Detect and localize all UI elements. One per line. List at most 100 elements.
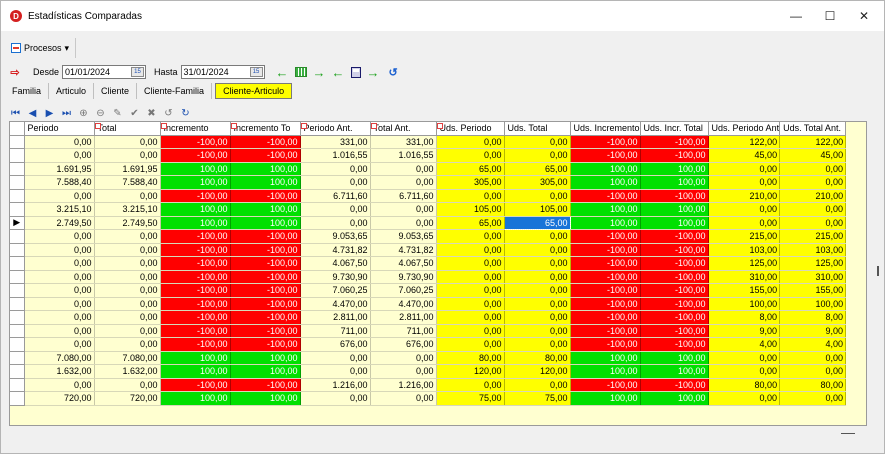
table-cell[interactable]: 0,00 bbox=[24, 243, 95, 257]
table-cell[interactable]: 100,00 bbox=[779, 297, 847, 311]
table-cell[interactable]: -100,00 bbox=[160, 310, 231, 325]
table-cell[interactable]: 0,00 bbox=[94, 135, 161, 149]
table-cell[interactable]: 75,00 bbox=[504, 391, 571, 406]
hasta-date-input[interactable]: 31/01/2024 15 bbox=[180, 65, 265, 79]
table-row[interactable]: ▶ 2.749,50 2.749,50 100,00 100,00 0,00 0,00 65,… bbox=[10, 215, 847, 230]
table-cell[interactable]: -100,00 bbox=[230, 256, 301, 271]
table-cell[interactable]: 100,00 bbox=[640, 364, 709, 379]
table-cell[interactable]: 0,00 bbox=[779, 175, 847, 190]
table-cell[interactable]: 0,00 bbox=[24, 310, 95, 325]
table-cell[interactable]: -100,00 bbox=[160, 324, 231, 338]
table-cell[interactable]: -100,00 bbox=[160, 135, 231, 149]
table-cell[interactable]: -100,00 bbox=[570, 270, 641, 284]
table-cell[interactable]: -100,00 bbox=[570, 324, 641, 338]
row-indicator[interactable] bbox=[10, 229, 25, 244]
table-cell[interactable]: 100,00 bbox=[570, 162, 641, 176]
table-cell[interactable]: 100,00 bbox=[160, 391, 231, 406]
table-cell[interactable]: 4.731,82 bbox=[370, 243, 437, 257]
table-cell[interactable]: 0,00 bbox=[436, 135, 505, 149]
table-cell[interactable]: -100,00 bbox=[640, 324, 709, 338]
table-cell[interactable]: 122,00 bbox=[708, 135, 781, 149]
table-cell[interactable]: 0,00 bbox=[779, 364, 847, 379]
row-indicator[interactable] bbox=[10, 364, 25, 379]
arrow-left-icon[interactable]: ← bbox=[332, 65, 345, 80]
table-cell[interactable]: 100,00 bbox=[640, 216, 709, 230]
table-cell[interactable]: 0,00 bbox=[436, 324, 505, 338]
table-cell[interactable]: 0,00 bbox=[300, 175, 371, 190]
column-header[interactable]: Uds. Incr. Total bbox=[640, 122, 709, 136]
table-cell[interactable]: 6.711,60 bbox=[300, 189, 371, 203]
column-header[interactable]: Uds. Incremento bbox=[570, 122, 641, 136]
column-header[interactable]: Uds. Total Ant. bbox=[779, 122, 847, 136]
tab-familia[interactable]: Familia bbox=[5, 83, 50, 99]
table-cell[interactable]: 0,00 bbox=[94, 270, 161, 284]
table-cell[interactable]: 0,00 bbox=[504, 378, 571, 392]
calendar-icon[interactable]: 15 bbox=[131, 67, 145, 77]
table-cell[interactable]: 0,00 bbox=[504, 229, 571, 244]
undo-icon[interactable]: ↺ bbox=[164, 108, 173, 119]
delete-record-icon[interactable]: ⊖ bbox=[96, 108, 105, 119]
table-cell[interactable]: 3.215,10 bbox=[24, 202, 95, 217]
table-row[interactable]: 720,00 720,00 100,00 100,00 0,00 0,00 75,00 75,… bbox=[10, 391, 847, 406]
table-cell[interactable]: 65,00 bbox=[503, 215, 571, 230]
table-cell[interactable]: 210,00 bbox=[708, 189, 781, 203]
table-cell[interactable]: 9.053,65 bbox=[370, 229, 437, 244]
table-cell[interactable]: 0,00 bbox=[300, 351, 371, 365]
table-cell[interactable]: 720,00 bbox=[94, 391, 161, 406]
table-cell[interactable]: 1.691,95 bbox=[24, 162, 95, 176]
table-cell[interactable]: 0,00 bbox=[24, 256, 95, 271]
table-cell[interactable]: -100,00 bbox=[230, 378, 301, 392]
table-cell[interactable]: -100,00 bbox=[160, 256, 231, 271]
table-cell[interactable]: 125,00 bbox=[708, 256, 781, 271]
data-grid[interactable]: Periodo Total Incremento Incremento To Perio… bbox=[9, 121, 867, 426]
column-header[interactable]: Periodo Ant. bbox=[300, 122, 371, 136]
table-cell[interactable]: 0,00 bbox=[94, 310, 161, 325]
table-cell[interactable]: 100,00 bbox=[230, 364, 301, 379]
table-cell[interactable]: 9.730,90 bbox=[300, 270, 371, 284]
arrow-left-icon[interactable]: ← bbox=[276, 65, 289, 80]
table-cell[interactable]: 80,00 bbox=[436, 351, 505, 365]
minimize-button[interactable]: — bbox=[779, 1, 813, 31]
table-cell[interactable]: 305,00 bbox=[504, 175, 571, 190]
tab-cliente-familia[interactable]: Cliente-Familia bbox=[137, 83, 213, 99]
table-cell[interactable]: 1.216,00 bbox=[300, 378, 371, 392]
tab-cliente-articulo[interactable]: Cliente-Articulo bbox=[215, 83, 293, 99]
table-cell[interactable]: 0,00 bbox=[708, 202, 781, 217]
table-cell[interactable]: 215,00 bbox=[708, 229, 781, 244]
prior-record-icon[interactable]: ◀ bbox=[28, 108, 37, 119]
table-cell[interactable]: 100,00 bbox=[570, 391, 641, 406]
table-cell[interactable]: 0,00 bbox=[504, 243, 571, 257]
row-indicator[interactable] bbox=[10, 189, 25, 203]
table-cell[interactable]: 0,00 bbox=[779, 351, 847, 365]
table-cell[interactable]: -100,00 bbox=[570, 148, 641, 163]
table-cell[interactable]: -100,00 bbox=[230, 148, 301, 163]
table-cell[interactable]: 0,00 bbox=[24, 229, 95, 244]
table-cell[interactable]: 0,00 bbox=[436, 283, 505, 298]
table-cell[interactable]: 0,00 bbox=[436, 229, 505, 244]
table-cell[interactable]: 0,00 bbox=[370, 175, 437, 190]
table-cell[interactable]: -100,00 bbox=[640, 283, 709, 298]
table-cell[interactable]: 711,00 bbox=[300, 324, 371, 338]
table-cell[interactable]: -100,00 bbox=[640, 270, 709, 284]
table-cell[interactable]: -100,00 bbox=[640, 337, 709, 352]
table-cell[interactable]: 0,00 bbox=[504, 324, 571, 338]
table-cell[interactable]: 9.730,90 bbox=[370, 270, 437, 284]
table-cell[interactable]: 4.470,00 bbox=[370, 297, 437, 311]
table-cell[interactable]: 0,00 bbox=[370, 351, 437, 365]
table-cell[interactable]: 0,00 bbox=[504, 337, 571, 352]
table-cell[interactable]: 0,00 bbox=[436, 256, 505, 271]
table-cell[interactable]: 45,00 bbox=[779, 148, 847, 163]
table-cell[interactable]: -100,00 bbox=[230, 243, 301, 257]
table-cell[interactable]: 0,00 bbox=[370, 162, 437, 176]
table-cell[interactable]: 100,00 bbox=[570, 175, 641, 190]
row-indicator[interactable]: ▶ bbox=[10, 216, 25, 230]
table-cell[interactable]: 310,00 bbox=[779, 270, 847, 284]
table-cell[interactable]: 0,00 bbox=[708, 216, 781, 230]
table-cell[interactable]: 0,00 bbox=[300, 162, 371, 176]
table-cell[interactable]: 125,00 bbox=[779, 256, 847, 271]
table-cell[interactable]: 100,00 bbox=[160, 175, 231, 190]
table-cell[interactable]: 7.588,40 bbox=[24, 175, 95, 190]
table-cell[interactable]: 75,00 bbox=[436, 391, 505, 406]
first-record-icon[interactable]: ⏮ bbox=[11, 108, 20, 119]
table-row[interactable]: 1.691,95 1.691,95 100,00 100,00 0,00 0,00 65,0… bbox=[10, 162, 847, 176]
